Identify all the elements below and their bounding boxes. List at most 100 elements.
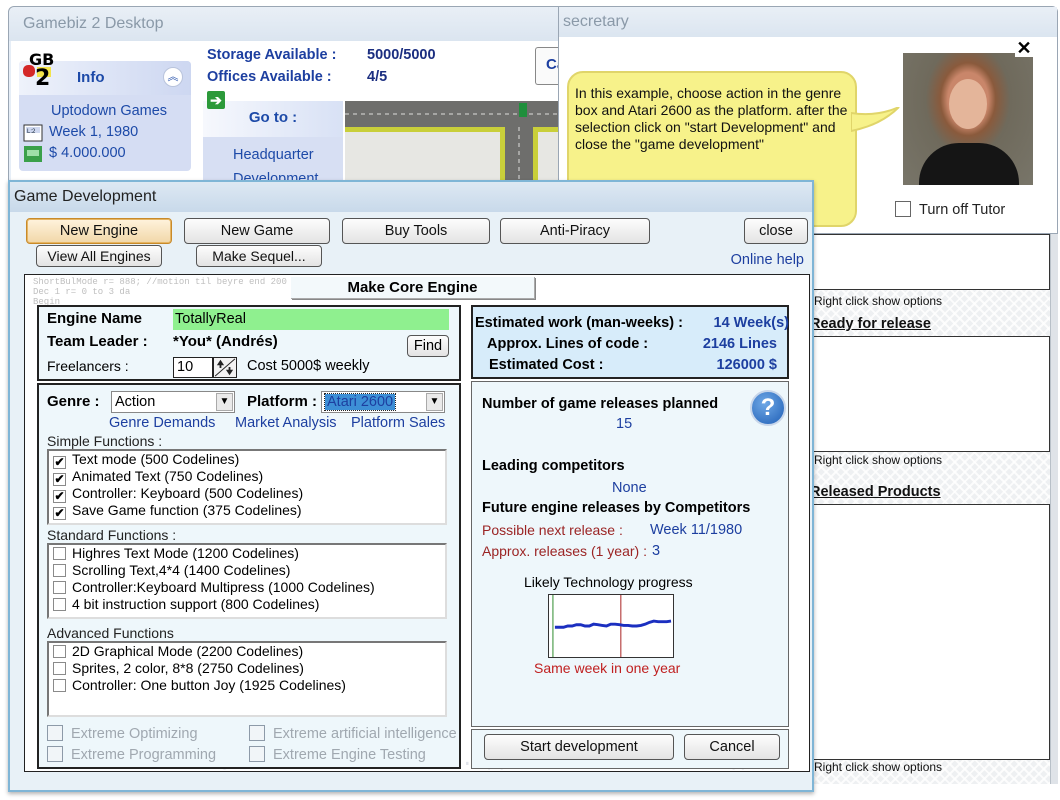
turn-off-tutor-checkbox[interactable]: Turn off Tutor	[895, 201, 1005, 218]
function-item[interactable]: Scrolling Text,4*4 (1400 Codelines)	[49, 562, 445, 579]
platform-value: Atari 2600	[323, 393, 397, 411]
simple-functions-list[interactable]: ✔ Text mode (500 Codelines) ✔ Animated Text…	[47, 449, 447, 525]
in-development-list[interactable]	[812, 234, 1050, 290]
goto-item-headquarter[interactable]: Headquarter	[203, 147, 343, 171]
engine-details-box: Engine Name TotallyReal Team Leader : *Y…	[37, 305, 461, 381]
estimated-work-value: 14 Week(s)	[713, 315, 790, 331]
standard-functions-list[interactable]: Highres Text Mode (1200 Codelines) Scroll…	[47, 543, 447, 619]
cancel-button[interactable]: Cancel	[684, 734, 780, 760]
approx-releases-value: 3	[652, 543, 661, 559]
checked-checkbox-icon[interactable]: ✔	[53, 507, 66, 520]
engine-name-input[interactable]: TotallyReal	[173, 309, 449, 330]
info-title: Info	[77, 69, 105, 86]
competition-box: Number of game releases planned 15 ? Lea…	[471, 381, 789, 727]
function-label: Controller:Keyboard Multipress (1000 Cod…	[72, 579, 375, 595]
unchecked-checkbox-icon[interactable]	[53, 564, 66, 577]
buy-tools-button[interactable]: Buy Tools	[342, 218, 490, 244]
genre-dropdown-icon[interactable]: ▼	[216, 393, 233, 411]
function-label: Save Game function (375 Codelines)	[72, 502, 302, 518]
make-core-engine-header: Make Core Engine	[291, 277, 535, 299]
right-click-hint-1: Right click show options	[814, 294, 943, 308]
gamebiz-logo-icon: GB 2	[23, 50, 54, 91]
current-date: L:2 Week 1, 1980	[19, 122, 191, 143]
freelancers-spinner-icon[interactable]	[213, 357, 237, 378]
engine-functions-box: Genre : Action ▼ Platform : Atari 2600 ▼…	[37, 383, 461, 769]
function-item[interactable]: Highres Text Mode (1200 Codelines)	[49, 545, 445, 562]
current-money: $ 4.000.000	[19, 143, 191, 164]
extreme-ai-checkbox[interactable]: Extreme artificial intelligence	[249, 725, 457, 742]
svg-text:2: 2	[35, 66, 50, 91]
unchecked-checkbox-icon[interactable]	[53, 662, 66, 675]
platform-select[interactable]: Atari 2600 ▼	[321, 391, 445, 413]
new-game-button[interactable]: New Game	[184, 218, 330, 244]
released-products-heading: Released Products	[810, 484, 941, 500]
collapse-chevron-icon[interactable]: ︽	[163, 67, 183, 87]
platform-dropdown-icon[interactable]: ▼	[426, 393, 443, 411]
checkbox-box[interactable]	[895, 201, 911, 217]
function-item[interactable]: Sprites, 2 color, 8*8 (2750 Codelines)	[49, 660, 445, 677]
secretary-title: secretary	[559, 7, 1057, 37]
help-question-icon[interactable]: ?	[750, 390, 786, 426]
unchecked-checkbox-icon[interactable]	[53, 547, 66, 560]
speech-bubble-tail	[851, 107, 900, 133]
market-analysis-link[interactable]: Market Analysis	[235, 415, 337, 431]
function-item[interactable]: ✔ Text mode (500 Codelines)	[49, 451, 445, 469]
unchecked-checkbox-icon[interactable]	[53, 598, 66, 611]
close-button[interactable]: close	[744, 218, 808, 244]
genre-demands-link[interactable]: Genre Demands	[109, 415, 215, 431]
game-development-title: Game Development	[10, 182, 812, 212]
genre-select[interactable]: Action ▼	[111, 391, 235, 413]
new-engine-button[interactable]: New Engine	[26, 218, 172, 244]
products-scrollbar[interactable]	[1050, 234, 1058, 784]
function-item[interactable]: ✔ Animated Text (750 Codelines)	[49, 468, 445, 486]
make-sequel-button[interactable]: Make Sequel...	[196, 245, 322, 267]
goto-arrow-icon[interactable]: ➔	[207, 91, 225, 109]
anti-piracy-button[interactable]: Anti-Piracy	[500, 218, 650, 244]
right-click-hint-2: Right click show options	[814, 453, 943, 467]
extreme-optimizing-checkbox[interactable]: Extreme Optimizing	[47, 725, 198, 742]
actions-box: Start development Cancel	[471, 729, 789, 769]
function-label: 2D Graphical Mode (2200 Codelines)	[72, 643, 304, 659]
estimated-cost-value: 126000 $	[716, 357, 777, 373]
function-item[interactable]: ✔ Controller: Keyboard (500 Codelines)	[49, 485, 445, 503]
simple-functions-label: Simple Functions :	[47, 433, 163, 449]
storage-info: Storage Available : 5000/5000 Offices Ava…	[207, 47, 436, 91]
advanced-functions-list[interactable]: 2D Graphical Mode (2200 Codelines) Sprite…	[47, 641, 447, 717]
unchecked-checkbox-icon[interactable]	[53, 645, 66, 658]
find-button[interactable]: Find	[407, 335, 449, 357]
secretary-photo	[903, 53, 1033, 185]
function-item[interactable]: Controller: One button Joy (1925 Codelin…	[49, 677, 445, 694]
unchecked-checkbox-icon[interactable]	[53, 679, 66, 692]
view-all-engines-button[interactable]: View All Engines	[36, 245, 162, 267]
function-item[interactable]: 4 bit instruction support (800 Codelines…	[49, 596, 445, 613]
extreme-engine-testing-checkbox[interactable]: Extreme Engine Testing	[249, 746, 426, 763]
standard-functions-label: Standard Functions :	[47, 527, 177, 543]
leading-competitors-label: Leading competitors	[482, 458, 625, 474]
function-item[interactable]: Controller:Keyboard Multipress (1000 Cod…	[49, 579, 445, 596]
calendar-icon: L:2	[23, 124, 43, 142]
start-development-button[interactable]: Start development	[484, 734, 674, 760]
svg-text:L:2: L:2	[27, 129, 36, 135]
released-products-list[interactable]	[812, 504, 1050, 760]
right-click-hint-3: Right click show options	[814, 760, 943, 774]
info-header[interactable]: GB 2 Info ︽	[19, 50, 191, 95]
genre-value: Action	[115, 394, 156, 410]
platform-sales-link[interactable]: Platform Sales	[351, 415, 445, 431]
function-item[interactable]: 2D Graphical Mode (2200 Codelines)	[49, 643, 445, 660]
freelancers-input[interactable]: 10	[173, 357, 213, 378]
ready-for-release-list[interactable]	[812, 336, 1050, 452]
close-icon[interactable]: ✕	[1015, 39, 1033, 57]
function-item[interactable]: ✔ Save Game function (375 Codelines)	[49, 502, 445, 520]
tech-progress-title: Likely Technology progress	[524, 574, 693, 590]
turn-off-tutor-label: Turn off Tutor	[919, 202, 1006, 218]
online-help-link[interactable]: Online help	[731, 252, 804, 268]
extreme-programming-checkbox[interactable]: Extreme Programming	[47, 746, 216, 763]
releases-planned-value: 15	[616, 416, 633, 432]
desktop-title: Gamebiz 2 Desktop	[9, 7, 567, 41]
unchecked-checkbox-icon[interactable]	[53, 581, 66, 594]
genre-label: Genre :	[47, 393, 100, 410]
team-leader-value: *You* (Andrés)	[173, 333, 278, 350]
info-panel: GB 2 Info ︽ Uptodown Games L:2 Week 1, 1…	[19, 50, 191, 171]
storage-label: Storage Available :	[207, 47, 337, 63]
platform-label: Platform :	[247, 393, 318, 410]
